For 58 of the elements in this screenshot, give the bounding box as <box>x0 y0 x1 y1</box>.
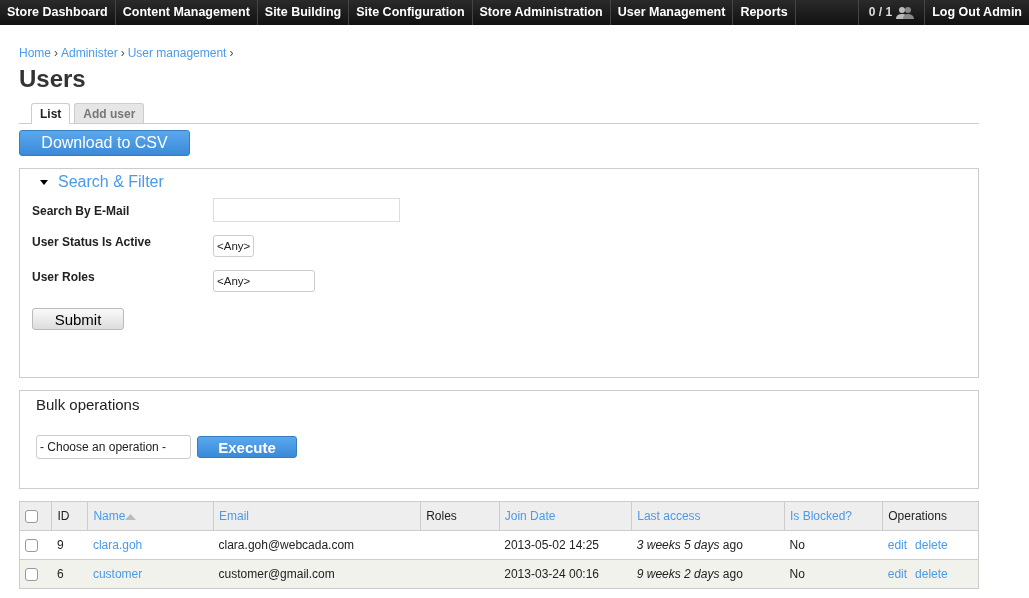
tab[interactable]: List <box>31 103 71 124</box>
operation-link[interactable]: edit <box>887 567 908 581</box>
online-users-count: 0 / 1 <box>857 0 893 25</box>
select-field[interactable]: <Any> <box>213 235 255 257</box>
breadcrumb-link[interactable]: Home <box>19 46 51 60</box>
table-cell: 3 weeks 5 days ago <box>636 538 743 552</box>
table-cell: 2013-03-24 00:16 <box>504 567 599 581</box>
column-header-link[interactable]: Join Date <box>504 509 556 523</box>
menu-item[interactable]: Reports <box>733 0 796 25</box>
row-checkbox[interactable] <box>25 568 38 582</box>
bulk-title: Bulk operations <box>36 396 141 413</box>
field-label: User Roles <box>32 270 96 284</box>
collapse-arrow-icon[interactable] <box>40 179 48 185</box>
field-label: Search By E-Mail <box>32 204 131 218</box>
operation-link[interactable]: edit <box>887 538 908 552</box>
column-header-link[interactable]: Email <box>219 509 250 523</box>
page-title: Users <box>19 65 87 93</box>
user-name-link[interactable]: clara.goh <box>92 538 143 552</box>
table-cell: No <box>789 538 805 552</box>
filter-title[interactable]: Search & Filter <box>58 173 164 191</box>
table-cell: 9 weeks 2 days ago <box>636 567 743 581</box>
logout-link[interactable]: Log Out Admin <box>924 0 1029 25</box>
column-header: ID <box>57 509 70 523</box>
column-header-link[interactable]: Name <box>93 509 126 523</box>
menu-item[interactable]: User Management <box>610 0 734 25</box>
table-cell: clara.goh@webcada.com <box>218 538 355 552</box>
table-cell: 9 <box>56 538 64 552</box>
column-header: Roles <box>426 509 457 523</box>
breadcrumb-link[interactable]: User management <box>127 46 227 60</box>
field-label: User Status Is Active <box>32 235 152 249</box>
breadcrumb-separator: › <box>229 46 234 60</box>
submit-button[interactable]: Submit <box>32 308 124 330</box>
menu-item[interactable]: Content Management <box>115 0 258 25</box>
breadcrumb-link[interactable]: Administer <box>61 46 118 60</box>
operation-link[interactable]: delete <box>915 567 948 581</box>
download-csv-button[interactable]: Download to CSV <box>19 130 190 156</box>
operation-link[interactable]: delete <box>915 538 948 552</box>
table-cell: 6 <box>56 567 64 581</box>
operation-select[interactable]: - Choose an operation - <box>36 435 191 459</box>
user-name-link[interactable]: customer <box>92 567 143 581</box>
menu-item[interactable]: Store Administration <box>472 0 611 25</box>
column-header-link[interactable]: Last access <box>637 509 701 523</box>
select-all-checkbox[interactable] <box>25 510 38 524</box>
breadcrumb-separator: › <box>54 46 58 60</box>
table-cell: No <box>789 567 805 581</box>
users-icon <box>896 5 915 20</box>
execute-button[interactable]: Execute <box>197 436 297 458</box>
row-checkbox[interactable] <box>25 539 38 553</box>
select-field[interactable]: <Any> <box>213 270 315 292</box>
table-cell: customer@gmail.com <box>218 567 335 581</box>
breadcrumb-separator: › <box>120 46 125 60</box>
menu-item[interactable]: Site Building <box>257 0 350 25</box>
email-field[interactable] <box>213 198 400 222</box>
column-header: Operations <box>888 509 947 523</box>
menu-item[interactable]: Store Dashboard <box>0 0 116 25</box>
tab[interactable]: Add user <box>74 103 145 123</box>
menu-item[interactable]: Site Configuration <box>349 0 473 25</box>
table-cell: 2013-05-02 14:25 <box>504 538 599 552</box>
